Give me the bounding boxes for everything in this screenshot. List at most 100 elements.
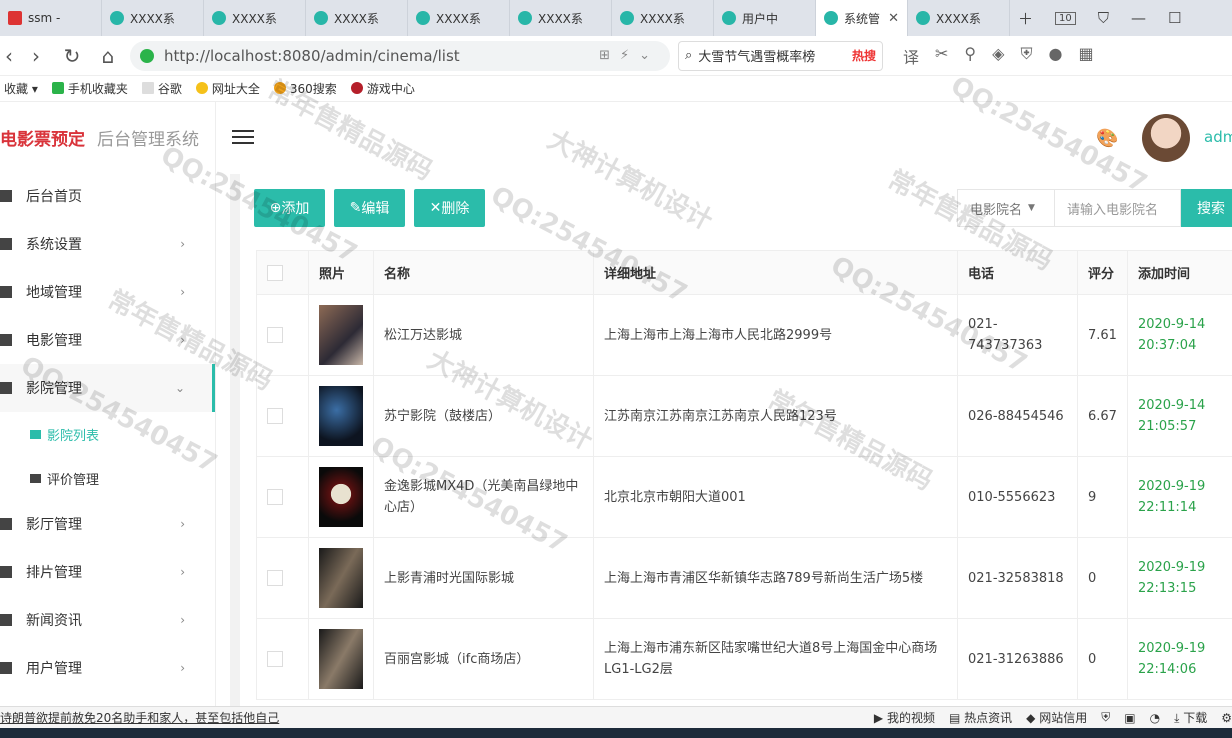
sidebar-item-home[interactable]: 后台首页 xyxy=(0,172,215,220)
cinema-address: 北京北京市朝阳大道001 xyxy=(593,456,958,538)
scissors-icon[interactable]: ✂ xyxy=(935,44,948,68)
browser-tab[interactable]: XXXX系 xyxy=(204,0,306,36)
browser-tab[interactable]: XXXX系 xyxy=(908,0,1010,36)
sidebar-item-news[interactable]: 新闻资讯 › xyxy=(0,596,215,644)
secure-icon xyxy=(140,48,154,63)
cinema-photo xyxy=(319,305,363,365)
minimize-icon[interactable]: — xyxy=(1131,9,1146,27)
url-actions-icon[interactable]: ⊞⚡⌄ xyxy=(599,48,660,63)
shield-icon[interactable]: ⛨ xyxy=(1020,44,1032,68)
sidebar-item-schedule[interactable]: 排片管理 › xyxy=(0,548,215,596)
extension-icon[interactable]: ● xyxy=(1048,44,1062,68)
sidebar-subitem-cinema-list[interactable]: 影院列表 xyxy=(0,412,215,456)
image-icon[interactable]: ▣ xyxy=(1124,711,1135,725)
row-checkbox[interactable] xyxy=(267,570,283,586)
cinema-address: 江苏南京江苏南京江苏南京人民路123号 xyxy=(593,375,958,457)
news-icon xyxy=(0,614,12,626)
sidebar-subitem-reviews[interactable]: 评价管理 xyxy=(0,456,215,500)
browser-tab[interactable]: ssm - xyxy=(0,0,102,36)
sidebar-item-cinemas[interactable]: 影院管理 ⌄ xyxy=(0,364,215,412)
speed-icon[interactable]: ◔ xyxy=(1150,711,1160,725)
new-tab-icon[interactable]: ＋ xyxy=(1018,8,1033,29)
column-header[interactable]: 电话 xyxy=(957,250,1078,295)
sidebar-item-users[interactable]: 用户管理 › xyxy=(0,644,215,692)
sidebar-item-halls[interactable]: 影厅管理 › xyxy=(0,500,215,548)
select-all-checkbox[interactable] xyxy=(267,264,283,281)
table-row[interactable]: 松江万达影城 上海上海市上海上海市人民北路2999号 021-743737363… xyxy=(256,294,1232,376)
bookmark-item[interactable]: 谷歌 xyxy=(141,80,182,97)
browser-tab[interactable]: 用户中 xyxy=(714,0,816,36)
my-videos-link[interactable]: ▶ 我的视频 xyxy=(874,709,935,726)
game-icon[interactable]: ◈ xyxy=(992,44,1004,68)
maximize-icon[interactable]: ☐ xyxy=(1168,9,1181,27)
main-content: ⊕ 添加 ✎ 编辑 ✕ 删除 电影院名 ▼ 请输入电影院名 搜索 照片 名称 详细地址 … xyxy=(230,174,1232,706)
close-tab-icon[interactable]: ✕ xyxy=(888,11,899,26)
magnifier-icon[interactable]: ⚲ xyxy=(964,44,976,68)
reload-icon[interactable]: ↻ xyxy=(54,44,90,68)
site-favicon-icon xyxy=(722,11,736,25)
table-row[interactable]: 上影青浦时光国际影城 上海上海市青浦区华新镇华志路789号新尚生活广场5楼 02… xyxy=(256,537,1232,619)
home-icon[interactable]: ⌂ xyxy=(90,44,126,68)
edit-button[interactable]: ✎ 编辑 xyxy=(334,189,405,227)
search-360-icon xyxy=(273,82,286,94)
site-favicon-icon xyxy=(314,11,328,25)
users-icon xyxy=(0,662,12,674)
apps-grid-icon[interactable]: ▦ xyxy=(1078,44,1093,68)
row-checkbox[interactable] xyxy=(267,489,283,505)
added-time: 2020-9-19 22:13:15 xyxy=(1126,537,1232,619)
delete-button[interactable]: ✕ 删除 xyxy=(414,189,485,227)
row-checkbox[interactable] xyxy=(267,327,283,343)
table-row[interactable]: 百丽宫影城（ifc商场店） 上海上海市浦东新区陆家嘴世纪大道8号上海国金中心商场… xyxy=(256,618,1232,700)
browser-tab[interactable]: XXXX系 xyxy=(102,0,204,36)
bookmark-item[interactable]: 游戏中心 xyxy=(350,80,415,97)
column-header[interactable]: 详细地址 xyxy=(593,250,958,295)
user-name[interactable]: admin xyxy=(1204,128,1232,146)
site-favicon-icon xyxy=(824,11,838,25)
browser-tab[interactable]: XXXX系 xyxy=(306,0,408,36)
cinema-name-search-input[interactable]: 请输入电影院名 xyxy=(1055,189,1181,227)
sidebar-item-region[interactable]: 地域管理 › xyxy=(0,268,215,316)
table-row[interactable]: 金逸影城MX4D（光美南昌绿地中心店） 北京北京市朝阳大道001 010-555… xyxy=(256,456,1232,538)
bookmark-item[interactable]: 收藏 ▾ xyxy=(4,80,38,97)
browser-status-bar: 诗朗普欲提前赦免20名助手和家人，甚至包括他自己 ▶ 我的视频 ▤ 热点资讯 ◆… xyxy=(0,706,1232,728)
browser-tab[interactable]: XXXX系 xyxy=(510,0,612,36)
bookmark-item[interactable]: 网址大全 xyxy=(195,80,260,97)
row-checkbox[interactable] xyxy=(267,408,283,424)
column-header[interactable]: 评分 xyxy=(1077,250,1128,295)
column-header[interactable]: 添加时间 xyxy=(1126,250,1232,295)
sidebar-item-settings[interactable]: 系统设置 › xyxy=(0,220,215,268)
browser-tab-active[interactable]: 系统管 ✕ xyxy=(816,0,908,36)
palette-icon[interactable]: 🎨 xyxy=(1096,128,1118,149)
row-checkbox[interactable] xyxy=(267,651,283,667)
download-link[interactable]: ⤓ 下载 xyxy=(1174,709,1207,726)
news-ticker-link[interactable]: 诗朗普欲提前赦免20名助手和家人，甚至包括他自己 xyxy=(0,709,279,726)
search-button[interactable]: 搜索 xyxy=(1181,189,1232,227)
table-row[interactable]: 苏宁影院（鼓楼店） 江苏南京江苏南京江苏南京人民路123号 026-884545… xyxy=(256,375,1232,457)
back-icon[interactable]: ‹ xyxy=(0,44,18,68)
column-header[interactable]: 照片 xyxy=(308,250,374,295)
browser-tab[interactable]: XXXX系 xyxy=(408,0,510,36)
filter-field-select[interactable]: 电影院名 ▼ xyxy=(957,189,1055,227)
shield-status-icon[interactable]: ⛨ xyxy=(1101,710,1110,725)
url-field[interactable]: http://localhost:8080/admin/cinema/list … xyxy=(130,40,670,71)
menu-toggle-icon[interactable] xyxy=(232,126,254,148)
tab-count-badge[interactable]: 10 xyxy=(1055,11,1076,25)
hot-news-link[interactable]: ▤ 热点资讯 xyxy=(949,709,1012,726)
translate-icon[interactable]: 译 xyxy=(903,44,919,68)
add-button[interactable]: ⊕ 添加 xyxy=(254,189,325,227)
close-icon: ✕ xyxy=(429,200,442,216)
browser-search-box[interactable]: ⌕ 大雪节气遇雪概率榜 热搜 xyxy=(678,40,883,71)
browser-tab[interactable]: XXXX系 xyxy=(612,0,714,36)
cinema-photo xyxy=(319,386,363,446)
bookmark-item[interactable]: 360搜索 xyxy=(273,80,337,97)
cinema-icon xyxy=(0,382,12,394)
bookmark-item[interactable]: 手机收藏夹 xyxy=(51,80,128,97)
cinema-photo xyxy=(319,629,363,689)
settings-status-icon[interactable]: ⚙ xyxy=(1221,711,1232,725)
avatar[interactable] xyxy=(1142,114,1190,162)
column-header[interactable]: 名称 xyxy=(373,250,594,295)
site-credit-link[interactable]: ◆ 网站信用 xyxy=(1026,709,1087,726)
sidebar-item-movies[interactable]: 电影管理 › xyxy=(0,316,215,364)
forward-icon[interactable]: › xyxy=(18,44,54,68)
shirt-icon[interactable]: ⛉ xyxy=(1098,9,1109,27)
